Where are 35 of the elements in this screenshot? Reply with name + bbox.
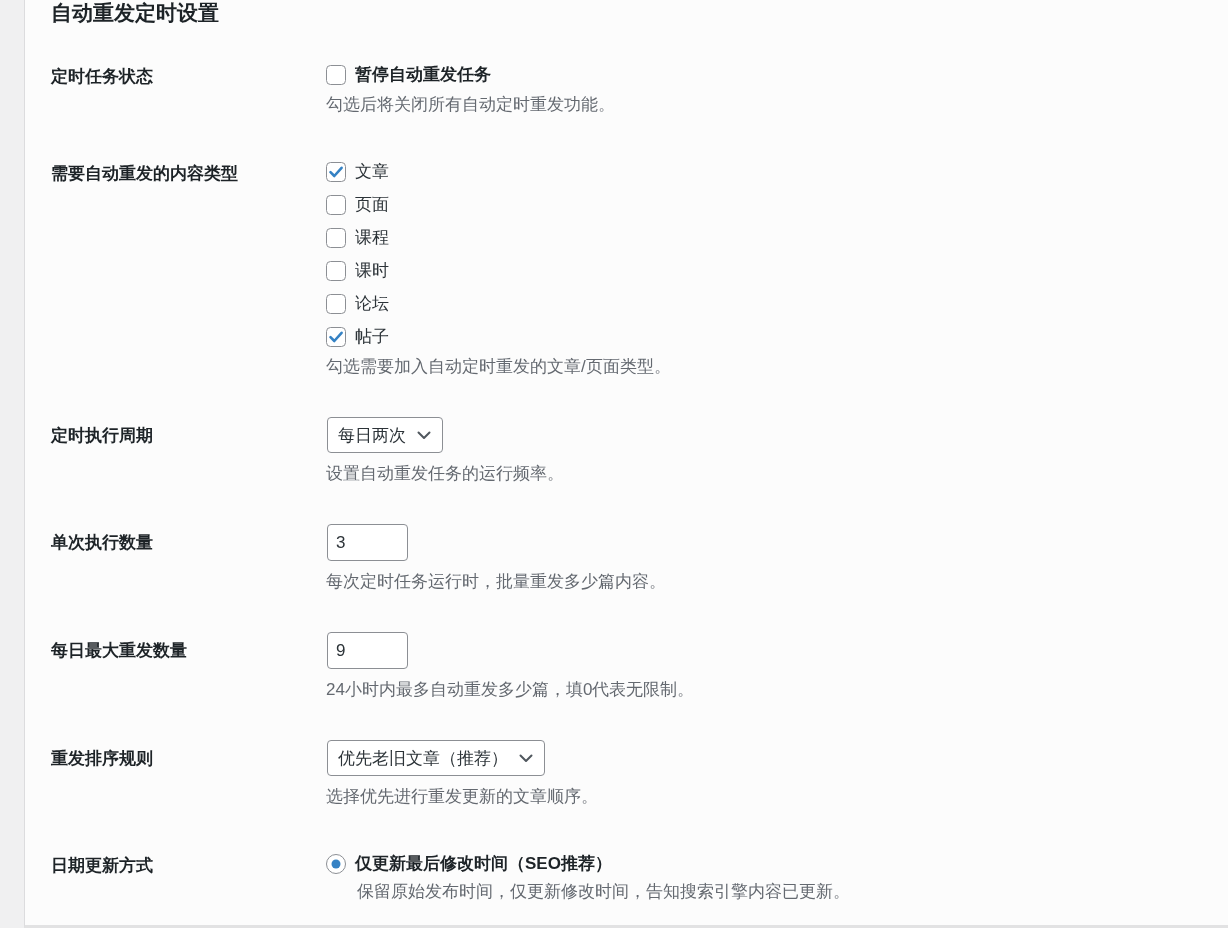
checkbox[interactable] <box>326 64 346 85</box>
setting-description: 勾选后将关闭所有自动定时重发功能。 <box>326 94 615 116</box>
setting-description: 24小时内最多自动重发多少篇，填0代表无限制。 <box>326 679 695 701</box>
checkbox-label: 课程 <box>355 226 389 249</box>
checkbox-label: 页面 <box>355 193 389 216</box>
option-description: 保留原始发布时间，仅更新修改时间，告知搜索引擎内容已更新。 <box>357 881 850 903</box>
setting-label: 需要自动重发的内容类型 <box>51 163 238 185</box>
radio-label: 仅更新最后修改时间（SEO推荐） <box>355 852 612 875</box>
checkbox-label: 论坛 <box>355 292 389 315</box>
checkbox-label: 文章 <box>355 160 389 183</box>
setting-description: 选择优先进行重发更新的文章顺序。 <box>326 786 598 808</box>
checkbox[interactable] <box>326 260 346 281</box>
dropdown[interactable]: 优先老旧文章（推荐） <box>327 740 545 776</box>
setting-label: 日期更新方式 <box>51 855 153 877</box>
checkbox[interactable] <box>326 326 346 347</box>
setting-description: 勾选需要加入自动定时重发的文章/页面类型。 <box>326 356 671 378</box>
setting-label: 定时任务状态 <box>51 66 153 88</box>
checkbox-label: 暂停自动重发任务 <box>355 63 491 86</box>
setting-label: 每日最大重发数量 <box>51 640 187 662</box>
number-input[interactable]: 3 <box>327 524 408 561</box>
checkbox[interactable] <box>326 161 346 182</box>
setting-label: 重发排序规则 <box>51 748 153 770</box>
section-title: 自动重发定时设置 <box>51 0 219 26</box>
checkbox[interactable] <box>326 227 346 248</box>
checkbox[interactable] <box>326 293 346 314</box>
dropdown[interactable]: 每日两次 <box>327 417 443 453</box>
radio-button[interactable] <box>326 853 346 874</box>
setting-description: 设置自动重发任务的运行频率。 <box>326 463 564 485</box>
number-input[interactable]: 9 <box>327 632 408 669</box>
setting-label: 定时执行周期 <box>51 425 153 447</box>
checkbox[interactable] <box>326 194 346 215</box>
setting-description: 每次定时任务运行时，批量重发多少篇内容。 <box>326 571 666 593</box>
setting-label: 单次执行数量 <box>51 532 153 554</box>
checkbox-label: 帖子 <box>355 325 389 348</box>
checkbox-label: 课时 <box>355 259 389 282</box>
